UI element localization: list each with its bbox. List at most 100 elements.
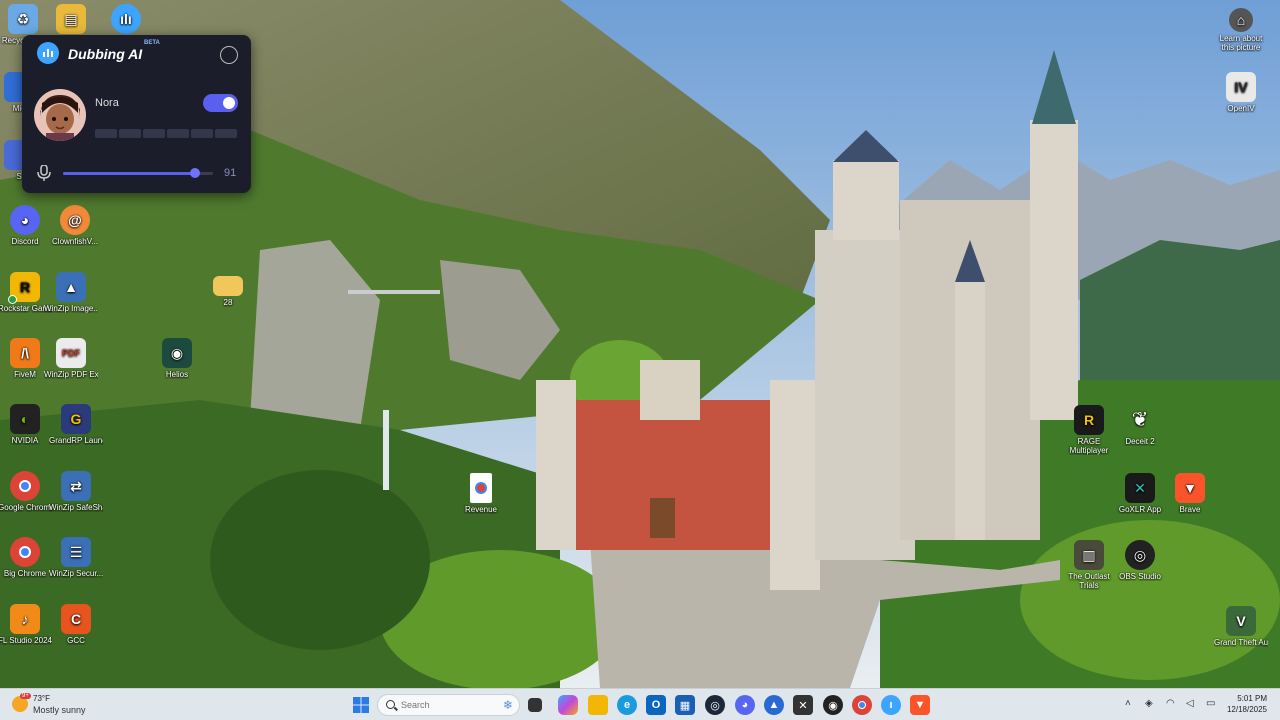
voice-toggle[interactable] (203, 94, 238, 112)
app-blue-icon[interactable]: ▲ (764, 695, 784, 715)
sync-check-icon (8, 295, 17, 304)
desktop-icon-winzip-safeshare[interactable]: ⇄ WinZip SafeShare (49, 471, 103, 512)
obs-icon[interactable]: ◉ (823, 695, 843, 715)
winzip-pdf-icon: PDF (56, 338, 86, 368)
windows-start-icon[interactable] (351, 695, 371, 715)
folder-archive-icon: ▤ (56, 4, 86, 34)
folder-icon (213, 276, 243, 296)
desktop-icon-chrome[interactable]: Google Chrome (0, 471, 52, 512)
desktop-icon-rage-mp[interactable]: R RAGE Multiplayer (1062, 405, 1116, 455)
recycle-bin-icon: ♻ (8, 4, 38, 34)
desktop-icon-brave[interactable]: ▼ Brave (1163, 473, 1217, 514)
taskbar: 9+ 73°F Mostly sunny ❄ e O ▦ ◎ ◕ ▲ ✕ ◉ ı… (0, 688, 1280, 720)
dubbing-ai-icon: ılı (111, 4, 141, 34)
volume-slider-knob[interactable] (190, 168, 200, 178)
fivem-icon: /\ (10, 338, 40, 368)
voice-name: Nora (95, 97, 119, 109)
volume-slider-fill (63, 172, 195, 175)
desktop-icon-helios[interactable]: ◉ Helios (150, 338, 204, 379)
learn-picture-icon: ⌂ (1229, 8, 1253, 32)
steam-icon[interactable]: ◎ (705, 695, 725, 715)
goxlr-icon: ✕ (1125, 473, 1155, 503)
chrome-icon (10, 471, 40, 501)
copilot-icon[interactable] (558, 695, 578, 715)
dubbing-ai-widget[interactable]: Dubbing AI BETA Nora 91 (22, 35, 251, 193)
weather-condition: Mostly sunny (33, 705, 86, 715)
search-input[interactable] (401, 698, 486, 712)
desktop-icon-goxlr[interactable]: ✕ GoXLR App (1113, 473, 1167, 514)
settings-icon[interactable] (220, 46, 238, 64)
file-explorer-icon[interactable] (588, 695, 608, 715)
voice-avatar[interactable] (34, 89, 86, 141)
desktop-icon-revenue[interactable]: Revenue (454, 473, 508, 514)
taskbar-clock[interactable]: 5:01 PM 12/18/2025 (1227, 693, 1267, 715)
desktop-icon-dubbing-ai[interactable]: ılı (99, 4, 153, 36)
desktop-icon-winzip-pdf[interactable]: PDF WinZip PDF Express (44, 338, 98, 379)
desktop-icon-grandrp[interactable]: G GrandRP Launcher (49, 404, 103, 445)
clock-time: 5:01 PM (1237, 694, 1267, 703)
dubbing-ai-logo-icon (37, 42, 59, 64)
desktop-icon-nvidia[interactable]: ◐ NVIDIA (0, 404, 52, 445)
outlast-icon: ▥ (1074, 540, 1104, 570)
microphone-icon[interactable] (37, 164, 51, 181)
volume-icon[interactable]: ◁ (1186, 698, 1194, 709)
fl-studio-icon: ♪ (10, 604, 40, 634)
outlook-icon[interactable]: O (646, 695, 666, 715)
task-view-icon[interactable] (528, 698, 542, 712)
desktop-icon-folder-archive[interactable]: ▤ (44, 4, 98, 36)
helios-icon: ◉ (162, 338, 192, 368)
desktop-icon-deceit[interactable]: ❦ Deceit 2 (1113, 405, 1167, 447)
beta-badge: BETA (144, 40, 160, 46)
desktop-icon-big-chrome[interactable]: Big Chrome (0, 537, 52, 578)
brave-icon: ▼ (1175, 473, 1205, 503)
store-icon[interactable]: ▦ (675, 695, 695, 715)
discord-icon[interactable]: ◕ (735, 695, 755, 715)
chrome-icon[interactable] (852, 695, 872, 715)
search-highlight-icon: ❄ (502, 698, 513, 712)
clownfish-icon: @ (60, 205, 90, 235)
gcc-icon: C (61, 604, 91, 634)
winzip-safeshare-icon: ⇄ (61, 471, 91, 501)
volume-slider[interactable] (63, 168, 213, 178)
desktop-icon-clownfish[interactable]: @ ClownfishV... (48, 205, 102, 246)
desktop-icon-gta[interactable]: V Grand Theft Auto V Le... (1214, 606, 1268, 647)
obs-icon: ◎ (1125, 540, 1155, 570)
defender-icon[interactable]: ◈ (1145, 698, 1153, 709)
voice-level-meter (95, 129, 237, 138)
battery-icon[interactable]: ▭ (1206, 698, 1215, 709)
edge-icon[interactable]: e (617, 695, 637, 715)
clock-date: 12/18/2025 (1226, 705, 1267, 714)
desktop-icon-discord[interactable]: ◕ Discord (0, 205, 52, 246)
deceit-icon: ❦ (1131, 408, 1149, 431)
taskbar-search[interactable]: ❄ (377, 694, 520, 716)
chrome-icon (10, 537, 40, 567)
desktop-icon-folder-28[interactable]: 28 (201, 276, 255, 307)
desktop-icon-fl-studio[interactable]: ♪ FL Studio 2024 (0, 604, 52, 645)
desktop-icon-obs[interactable]: ◎ OBS Studio (1113, 540, 1167, 581)
gta-icon: V (1226, 606, 1256, 636)
winzip-image-icon: ▲ (56, 272, 86, 302)
winzip-secure-icon: ☰ (61, 537, 91, 567)
search-icon (386, 700, 395, 709)
desktop-icon-gcc[interactable]: C GCC (49, 604, 103, 645)
grandrp-icon: G (61, 404, 91, 434)
discord-icon: ◕ (10, 205, 40, 235)
terminal-icon[interactable]: ✕ (793, 695, 813, 715)
weather-temp: 73°F (33, 694, 50, 703)
network-icon[interactable]: ◠ (1166, 698, 1175, 709)
chevron-up-icon[interactable]: ˄ (1125, 698, 1131, 709)
weather-badge: 9+ (20, 693, 31, 699)
rage-mp-icon: R (1074, 405, 1104, 435)
desktop-icon-winzip-secure[interactable]: ☰ WinZip Secur... (49, 537, 103, 578)
desktop-icon-openiv[interactable]: IV OpenIV (1214, 72, 1268, 113)
chrome-doc-icon (470, 473, 492, 503)
brave-icon[interactable]: ▼ (910, 695, 930, 715)
volume-value: 91 (224, 167, 237, 179)
rockstar-icon: R (8, 272, 40, 304)
desktop-icon-outlast[interactable]: ▥ The Outlast Trials (1062, 540, 1116, 590)
desktop-icon-winzip-image[interactable]: ▲ WinZip Image... (44, 272, 98, 313)
desktop-icon-learn-picture[interactable]: ⌂ Learn about this picture (1214, 8, 1268, 52)
widget-title: Dubbing AI (68, 46, 143, 62)
dubbing-ai-icon[interactable]: ı (881, 695, 901, 715)
nvidia-icon: ◐ (10, 404, 40, 434)
